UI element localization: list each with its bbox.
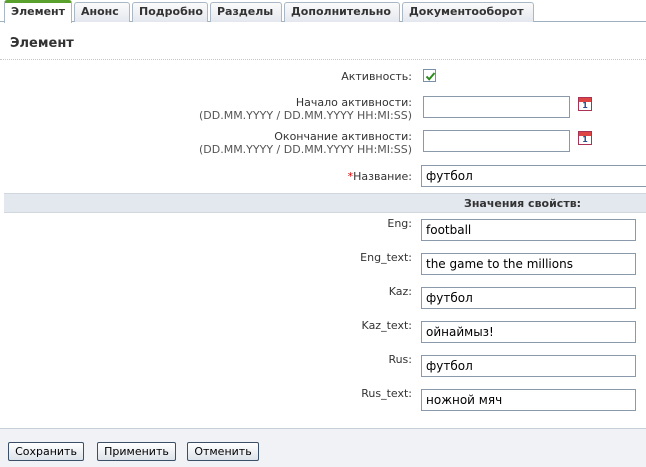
- active-label: Активность:: [341, 70, 412, 83]
- tab-bar: Элемент Анонс Подробно Разделы Дополните…: [0, 0, 646, 23]
- start-format-hint: (DD.MM.YYYY / DD.MM.YYYY HH:MI:SS): [198, 109, 412, 122]
- tab-sections[interactable]: Разделы: [210, 2, 282, 22]
- properties-header-label: Значения свойств:: [464, 197, 582, 210]
- start-label-block: Начало активности: (DD.MM.YYYY / DD.MM.Y…: [199, 96, 412, 122]
- prop-label-eng: Eng:: [387, 217, 412, 230]
- apply-button[interactable]: Применить: [97, 442, 176, 461]
- tab-announce[interactable]: Анонс: [74, 2, 130, 22]
- button-bar: Сохранить Применить Отменить: [0, 428, 646, 467]
- end-label: Окончание активности:: [274, 130, 412, 143]
- properties-header: Значения свойств:: [4, 193, 646, 213]
- name-label: *Название:: [348, 170, 412, 183]
- end-date-input[interactable]: [423, 130, 570, 152]
- start-label: Начало активности:: [295, 96, 412, 109]
- prop-input-eng-text[interactable]: [421, 253, 636, 275]
- prop-label-eng-text: Eng_text:: [360, 251, 412, 264]
- tab-document-flow[interactable]: Документооборот: [402, 2, 534, 22]
- active-checkbox[interactable]: [423, 69, 436, 82]
- prop-input-kaz[interactable]: [421, 287, 636, 309]
- tab-element[interactable]: Элемент: [4, 0, 72, 23]
- divider: [0, 59, 646, 60]
- prop-input-eng[interactable]: [421, 219, 636, 241]
- tab-details[interactable]: Подробно: [132, 2, 208, 22]
- prop-label-kaz: Kaz:: [388, 285, 412, 298]
- tab-additional[interactable]: Дополнительно: [284, 2, 400, 22]
- page-title: Элемент: [10, 36, 74, 51]
- cancel-button[interactable]: Отменить: [187, 442, 259, 461]
- save-button[interactable]: Сохранить: [8, 442, 84, 461]
- end-format-hint: (DD.MM.YYYY / DD.MM.YYYY HH:MI:SS): [198, 143, 412, 156]
- prop-input-rus[interactable]: [421, 355, 636, 377]
- name-label-text: Название:: [353, 170, 412, 183]
- calendar-icon[interactable]: 1: [578, 97, 592, 111]
- prop-label-kaz-text: Kaz_text:: [361, 319, 412, 332]
- calendar-icon-number: 1: [582, 135, 588, 144]
- prop-input-rus-text[interactable]: [421, 389, 636, 411]
- prop-input-kaz-text[interactable]: [421, 321, 636, 343]
- end-label-block: Окончание активности: (DD.MM.YYYY / DD.M…: [199, 130, 412, 156]
- check-icon: [425, 72, 436, 81]
- prop-label-rus: Rus:: [388, 353, 412, 366]
- calendar-icon[interactable]: 1: [578, 131, 592, 145]
- start-date-input[interactable]: [423, 96, 570, 118]
- prop-label-rus-text: Rus_text:: [361, 387, 412, 400]
- calendar-icon-number: 1: [582, 101, 588, 110]
- name-input[interactable]: [421, 165, 646, 187]
